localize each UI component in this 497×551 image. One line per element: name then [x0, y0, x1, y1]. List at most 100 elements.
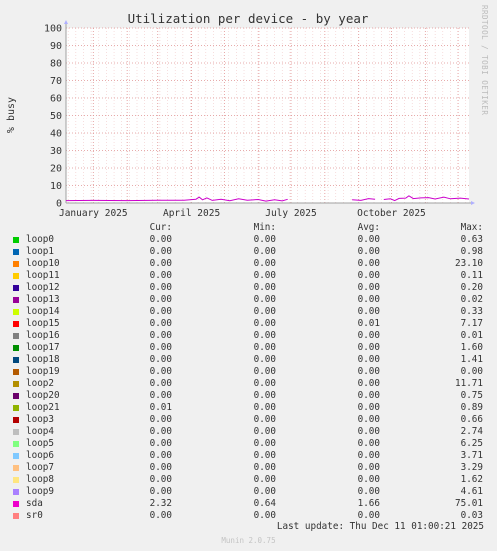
legend-cur-loop8: 0.00 — [149, 474, 172, 485]
legend-table: Cur: Min: Avg: Max: loop0 0.00 0.00 0.00 0.6… — [0, 222, 497, 522]
y-axis-label: % busy — [6, 97, 17, 133]
legend-row-loop20: loop20 0.00 0.00 0.00 0.75 — [0, 390, 497, 402]
legend-cur-loop15: 0.00 — [149, 318, 172, 329]
legend-avg-loop8: 0.00 — [357, 474, 380, 485]
legend-name-loop2: loop2 — [26, 378, 54, 389]
y-tick-label: 70 — [50, 76, 62, 87]
legend-cur-loop11: 0.00 — [149, 270, 172, 281]
legend-max-loop10: 23.10 — [455, 258, 483, 269]
legend-avg-loop7: 0.00 — [357, 462, 380, 473]
legend-max-loop6: 3.71 — [460, 450, 483, 461]
legend-max-loop19: 0.00 — [460, 366, 483, 377]
legend-min-loop0: 0.00 — [253, 234, 276, 245]
legend-avg-loop20: 0.00 — [357, 390, 380, 401]
legend-max-loop18: 1.41 — [460, 354, 483, 365]
legend-avg-loop0: 0.00 — [357, 234, 380, 245]
legend-avg-loop19: 0.00 — [357, 366, 380, 377]
legend-cur-loop18: 0.00 — [149, 354, 172, 365]
legend-cur-loop20: 0.00 — [149, 390, 172, 401]
y-tick-label: 20 — [50, 164, 62, 175]
legend-header: Cur: Min: Avg: Max: — [0, 222, 497, 234]
legend-cur-loop12: 0.00 — [149, 282, 172, 293]
legend-cur-loop13: 0.00 — [149, 294, 172, 305]
legend-cur-loop4: 0.00 — [149, 426, 172, 437]
legend-min-loop18: 0.00 — [253, 354, 276, 365]
legend-row-loop2: loop2 0.00 0.00 0.00 11.71 — [0, 378, 497, 390]
legend-avg-loop16: 0.00 — [357, 330, 380, 341]
legend-avg-loop4: 0.00 — [357, 426, 380, 437]
legend-row-loop9: loop9 0.00 0.00 0.00 4.61 — [0, 486, 497, 498]
legend-name-loop19: loop19 — [26, 366, 60, 377]
legend-min-loop19: 0.00 — [253, 366, 276, 377]
legend-max-loop4: 2.74 — [460, 426, 483, 437]
legend-avg-loop15: 0.01 — [357, 318, 380, 329]
legend-avg-loop5: 0.00 — [357, 438, 380, 449]
legend-swatch-loop20 — [13, 393, 19, 399]
legend-avg-loop9: 0.00 — [357, 486, 380, 497]
legend-cur-loop21: 0.01 — [149, 402, 172, 413]
y-tick-label: 40 — [50, 129, 62, 140]
legend-max-loop21: 0.89 — [460, 402, 483, 413]
legend-max-loop9: 4.61 — [460, 486, 483, 497]
legend-avg-loop18: 0.00 — [357, 354, 380, 365]
legend-cur-loop2: 0.00 — [149, 378, 172, 389]
legend-min-loop5: 0.00 — [253, 438, 276, 449]
legend-name-loop5: loop5 — [26, 438, 54, 449]
y-tick-label: 90 — [50, 41, 62, 52]
legend-min-sr0: 0.00 — [253, 510, 276, 521]
legend-max-loop13: 0.02 — [460, 294, 483, 305]
legend-max-loop8: 1.62 — [460, 474, 483, 485]
x-tick-label: January 2025 — [59, 208, 128, 219]
legend-min-loop2: 0.00 — [253, 378, 276, 389]
legend-name-loop15: loop15 — [26, 318, 60, 329]
legend-swatch-loop8 — [13, 477, 19, 483]
legend-min-loop20: 0.00 — [253, 390, 276, 401]
legend-swatch-loop6 — [13, 453, 19, 459]
legend-avg-loop3: 0.00 — [357, 414, 380, 425]
legend-swatch-loop3 — [13, 417, 19, 423]
y-tick-label: 60 — [50, 94, 62, 105]
legend-row-loop0: loop0 0.00 0.00 0.00 0.63 — [0, 234, 497, 246]
legend-avg-sda: 1.66 — [357, 498, 380, 509]
legend-min-loop11: 0.00 — [253, 270, 276, 281]
legend-row-sda: sda 2.32 0.64 1.66 75.01 — [0, 498, 497, 510]
legend-cur-loop19: 0.00 — [149, 366, 172, 377]
legend-swatch-loop19 — [13, 369, 19, 375]
legend-avg-loop10: 0.00 — [357, 258, 380, 269]
legend-name-loop20: loop20 — [26, 390, 60, 401]
legend-min-loop17: 0.00 — [253, 342, 276, 353]
legend-min-loop8: 0.00 — [253, 474, 276, 485]
legend-swatch-sda — [13, 501, 19, 507]
legend-cur-loop3: 0.00 — [149, 414, 172, 425]
legend-name-loop1: loop1 — [26, 246, 54, 257]
legend-row-loop4: loop4 0.00 0.00 0.00 2.74 — [0, 426, 497, 438]
last-update: Last update: Thu Dec 11 01:00:21 2025 — [276, 521, 484, 532]
legend-max-loop1: 0.98 — [460, 246, 483, 257]
y-axis-arrow — [64, 20, 68, 24]
legend-swatch-loop15 — [13, 321, 19, 327]
legend-max-sda: 75.01 — [455, 498, 483, 509]
legend-swatch-loop4 — [13, 429, 19, 435]
legend-cur-loop17: 0.00 — [149, 342, 172, 353]
legend-name-loop8: loop8 — [26, 474, 54, 485]
y-tick-label: 100 — [44, 24, 62, 35]
legend-avg-loop2: 0.00 — [357, 378, 380, 389]
y-tick-label: 80 — [50, 59, 62, 70]
legend-row-loop19: loop19 0.00 0.00 0.00 0.00 — [0, 366, 497, 378]
legend-min-loop13: 0.00 — [253, 294, 276, 305]
legend-max-loop0: 0.63 — [460, 234, 483, 245]
legend-header-avg: Avg: — [357, 222, 380, 233]
legend-cur-sda: 2.32 — [149, 498, 172, 509]
legend-swatch-loop2 — [13, 381, 19, 387]
legend-swatch-loop0 — [13, 237, 19, 243]
legend-name-loop18: loop18 — [26, 354, 60, 365]
legend-swatch-sr0 — [13, 513, 19, 519]
legend-name-loop4: loop4 — [26, 426, 54, 437]
legend-name-loop7: loop7 — [26, 462, 54, 473]
legend-cur-loop0: 0.00 — [149, 234, 172, 245]
legend-row-loop10: loop10 0.00 0.00 0.00 23.10 — [0, 258, 497, 270]
legend-min-loop1: 0.00 — [253, 246, 276, 257]
legend-name-loop3: loop3 — [26, 414, 54, 425]
legend-rows: loop0 0.00 0.00 0.00 0.63 loop1 0.00 0.00 0.00 0.… — [0, 234, 497, 522]
legend-cur-loop10: 0.00 — [149, 258, 172, 269]
